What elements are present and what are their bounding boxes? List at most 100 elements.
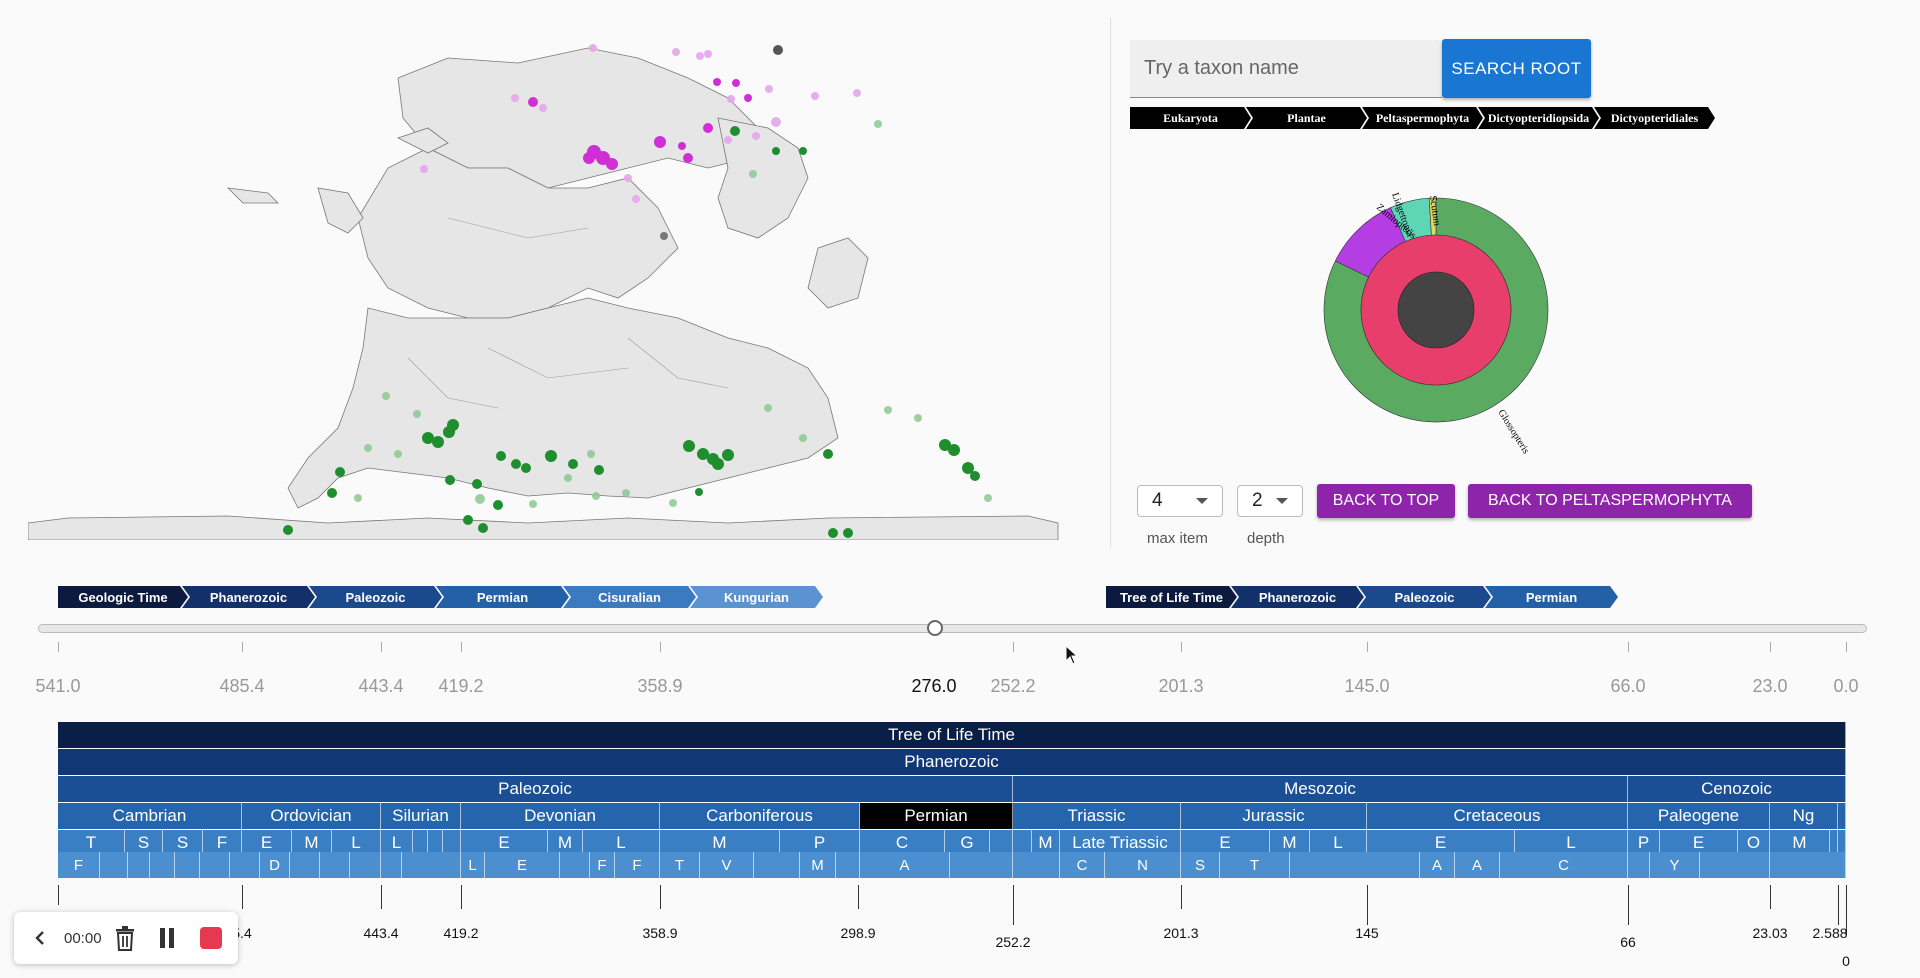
taxon-crumb-dictyopteridiales[interactable]: Dictyopteridiales [1594, 107, 1715, 129]
timescale-cell[interactable]: C [1060, 852, 1105, 878]
taxon-search-input[interactable] [1130, 40, 1442, 96]
axis-tick [1181, 885, 1182, 909]
timescale-cell[interactable] [381, 852, 402, 878]
tol-crumb-2[interactable]: Paleozoic [1358, 586, 1491, 608]
timescale-cell[interactable]: N [1105, 852, 1181, 878]
timescale-row: Phanerozoic [58, 749, 1846, 776]
timescale-cell[interactable]: Triassic [1013, 803, 1181, 829]
geo-crumb-2[interactable]: Paleozoic [309, 586, 442, 608]
axis-label: 201.3 [1163, 925, 1199, 941]
slider-tick [660, 642, 661, 652]
search-root-button[interactable]: SEARCH ROOT [1442, 39, 1591, 98]
timescale-cell[interactable]: Cambrian [58, 803, 242, 829]
timescale-cell[interactable]: Cretaceous [1367, 803, 1628, 829]
taxon-crumb-dictyopteridiopsida[interactable]: Dictyopteridiopsida [1478, 107, 1599, 129]
timescale-cell[interactable] [1700, 852, 1770, 878]
timescale-cell[interactable] [128, 852, 150, 878]
timescale-cell[interactable] [150, 852, 175, 878]
timescale-cell[interactable] [1838, 803, 1846, 829]
screen-recorder-bar: 00:00 [14, 912, 238, 964]
stop-record-icon[interactable] [196, 920, 226, 956]
taxon-crumb-peltaspermophyta[interactable]: Peltaspermophyta [1362, 107, 1483, 129]
timescale-cell[interactable]: Cenozoic [1628, 776, 1846, 802]
tol-crumb-1[interactable]: Phanerozoic [1231, 586, 1364, 608]
timescale-cell[interactable] [350, 852, 381, 878]
timescale-cell[interactable]: Tree of Life Time [58, 722, 1846, 748]
timescale-cell[interactable] [200, 852, 230, 878]
timescale-cell[interactable]: Carboniferous [660, 803, 860, 829]
timescale-cell[interactable]: T [660, 852, 700, 878]
timescale-cell[interactable]: T [1220, 852, 1290, 878]
timescale-cell[interactable] [1013, 852, 1060, 878]
geo-crumb-4[interactable]: Cisuralian [563, 586, 696, 608]
max-item-select[interactable]: 4 [1137, 485, 1223, 517]
timescale-cell[interactable] [402, 852, 461, 878]
timescale-cell[interactable]: Phanerozoic [58, 749, 1846, 775]
timescale-cell[interactable]: Devonian [461, 803, 660, 829]
timescale-cell[interactable]: A [1420, 852, 1455, 878]
timescale-cell[interactable] [754, 852, 800, 878]
timescale-cell[interactable] [836, 852, 860, 878]
axis-tick [1367, 885, 1368, 925]
timescale-cell[interactable]: Paleozoic [58, 776, 1013, 802]
axis-tick [242, 885, 243, 909]
tol-crumb-0[interactable]: Tree of Life Time [1106, 586, 1237, 608]
timescale-cell[interactable]: C [1500, 852, 1628, 878]
timescale-cell[interactable]: Mesozoic [1013, 776, 1628, 802]
tol-crumb-3[interactable]: Permian [1485, 586, 1618, 608]
timescale-cell[interactable]: Ordovician [242, 803, 381, 829]
timescale-cell[interactable]: D [260, 852, 290, 878]
time-slider-thumb[interactable] [927, 620, 943, 636]
timescale-cell[interactable] [1770, 852, 1846, 878]
paleo-map[interactable] [28, 18, 1060, 540]
timescale-cell[interactable] [1628, 852, 1650, 878]
taxon-sunburst[interactable]: Zamiopteris Lidgettonia Scutum Glossopte… [1300, 150, 1560, 470]
timescale-cell[interactable]: F [615, 852, 660, 878]
time-slider-track[interactable] [38, 624, 1867, 633]
timescale-cell[interactable]: E [485, 852, 560, 878]
taxon-crumb-eukaryota[interactable]: Eukaryota [1130, 107, 1251, 129]
timescale-cell[interactable] [290, 852, 320, 878]
taxon-crumb-plantae[interactable]: Plantae [1246, 107, 1367, 129]
geo-crumb-5[interactable]: Kungurian [690, 586, 823, 608]
timescale-cell[interactable]: F [590, 852, 615, 878]
timescale-cell[interactable]: Jurassic [1181, 803, 1367, 829]
timescale-cell[interactable]: Permian [860, 803, 1013, 829]
timescale-cell[interactable]: S [1181, 852, 1220, 878]
axis-label: 66 [1620, 934, 1636, 950]
timescale-cell[interactable] [230, 852, 260, 878]
timescale-cell[interactable]: A [1455, 852, 1500, 878]
timescale-cell[interactable]: M [800, 852, 836, 878]
timescale-cell[interactable]: V [700, 852, 754, 878]
timescale-cell[interactable] [1290, 852, 1420, 878]
timescale-cell[interactable]: Y [1650, 852, 1700, 878]
back-to-peltaspermophyta-button[interactable]: BACK TO PELTASPERMOPHYTA [1468, 484, 1752, 518]
timescale-cell[interactable] [175, 852, 200, 878]
timescale-cell[interactable] [560, 852, 590, 878]
timescale-cell[interactable]: Silurian [381, 803, 461, 829]
timescale-cell[interactable]: Paleogene [1628, 803, 1770, 829]
pause-icon[interactable] [152, 920, 182, 956]
slider-tick-label: 145.0 [1344, 676, 1390, 696]
back-to-top-button[interactable]: BACK TO TOP [1317, 484, 1455, 518]
geo-crumb-3[interactable]: Permian [436, 586, 569, 608]
taxon-search-field[interactable] [1130, 40, 1442, 98]
timescale-cell[interactable]: Ng [1770, 803, 1838, 829]
timescale-cell[interactable] [320, 852, 350, 878]
sunburst-center[interactable] [1397, 271, 1475, 349]
timescale-cell[interactable]: L [461, 852, 485, 878]
depth-select[interactable]: 2 [1237, 485, 1303, 517]
mouse-cursor-icon [1065, 645, 1079, 665]
timescale-cell[interactable] [100, 852, 128, 878]
trash-icon[interactable] [110, 920, 140, 956]
timescale-cell[interactable]: A [860, 852, 950, 878]
label-glossopteris: Glossopteris [1495, 408, 1531, 456]
timescale-cell[interactable]: F [58, 852, 100, 878]
timescale-cell[interactable] [950, 852, 1013, 878]
slider-tick [242, 642, 243, 652]
slider-tick-label: 443.4 [358, 676, 404, 696]
geo-crumb-0[interactable]: Geologic Time [58, 586, 188, 608]
chevron-down-icon [1196, 498, 1208, 504]
geo-crumb-1[interactable]: Phanerozoic [182, 586, 315, 608]
chevron-left-icon[interactable] [22, 920, 58, 956]
